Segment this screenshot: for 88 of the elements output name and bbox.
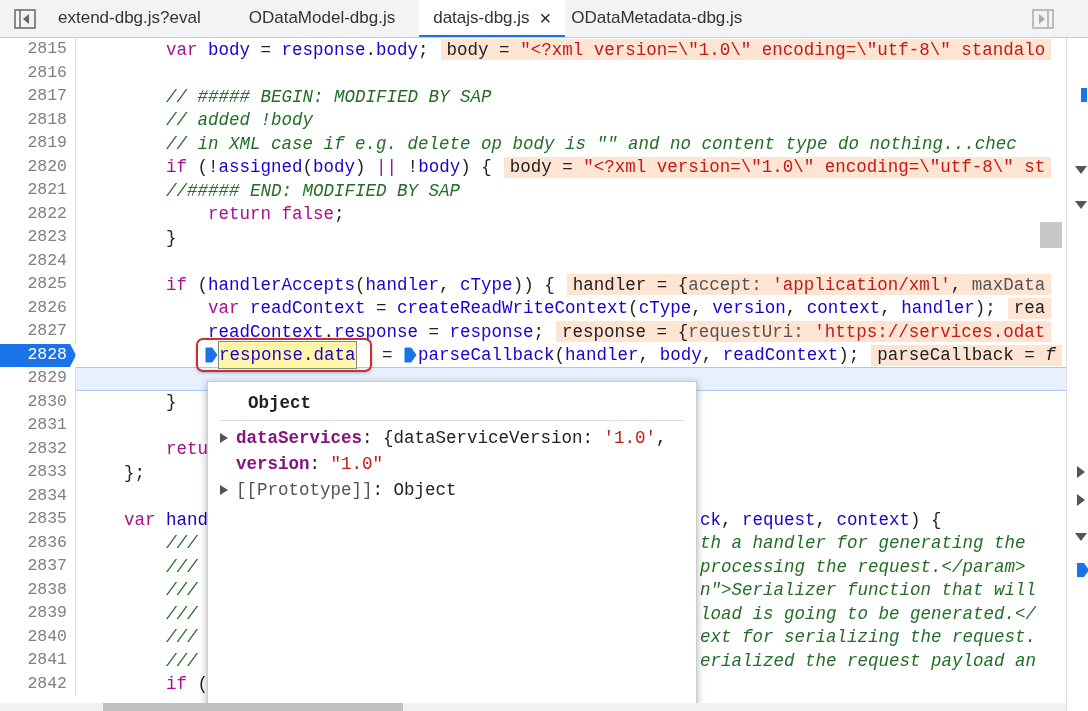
scrollbar-thumb[interactable] xyxy=(103,703,403,711)
line-number[interactable]: 2833 xyxy=(0,461,76,485)
file-tab[interactable]: ODataMetadata-dbg.js xyxy=(565,0,759,37)
arrow-right-icon xyxy=(1077,563,1088,577)
line-number[interactable]: 2834 xyxy=(0,484,76,508)
line-number[interactable]: 2831 xyxy=(0,414,76,438)
line-number[interactable]: 2824 xyxy=(0,249,76,273)
file-tab[interactable]: extend-dbg.js?eval xyxy=(50,0,225,37)
code-text: ck, request, context) { xyxy=(700,508,942,532)
line-number[interactable]: 2840 xyxy=(0,625,76,649)
caret-right-icon[interactable] xyxy=(1077,466,1085,478)
breakpoint-icon[interactable] xyxy=(404,347,418,364)
code-text: } xyxy=(166,226,177,250)
property-text[interactable]: [[Prototype]]: Object xyxy=(236,477,457,504)
caret-right-icon[interactable] xyxy=(1077,494,1085,506)
popover-title: Object xyxy=(220,390,684,422)
code-text: retu xyxy=(166,438,208,462)
code-text: var readContext = createReadWriteContext(cType, version, context, handler); xyxy=(208,297,996,321)
caret-down-icon[interactable] xyxy=(1075,201,1087,209)
sidebar-toggle-icon[interactable] xyxy=(14,8,36,29)
line-number[interactable]: 2819 xyxy=(0,132,76,156)
line-number[interactable]: 2842 xyxy=(0,672,76,696)
caret-down-icon[interactable] xyxy=(1075,533,1087,541)
inline-value: response = {requestUri: 'https://services.odat xyxy=(556,321,1052,343)
code-text: n">Serializer function that will xyxy=(700,579,1037,603)
line-number[interactable]: 2815 xyxy=(0,38,76,62)
code-text: // added !body xyxy=(166,109,314,133)
code-text: /// xyxy=(166,649,198,673)
property-text[interactable]: dataServices: {dataServiceVersion: '1.0', xyxy=(236,425,667,452)
code-text: parseCallback(handler, body, readContext); xyxy=(418,344,860,368)
line-number[interactable]: 2820 xyxy=(0,155,76,179)
line-number[interactable]: 2827 xyxy=(0,320,76,344)
file-tab[interactable]: ODataModel-dbg.js xyxy=(224,0,420,37)
line-number[interactable]: 2836 xyxy=(0,531,76,555)
code-text: /// xyxy=(166,579,198,603)
caret-down-icon[interactable] xyxy=(1075,166,1087,174)
code-text: // ##### BEGIN: MODIFIED BY SAP xyxy=(166,85,492,109)
file-tab[interactable]: datajs-dbg.js × xyxy=(419,0,566,37)
code-text: if (handlerAccepts(handler, cType)) { xyxy=(166,273,555,297)
line-number[interactable]: 2816 xyxy=(0,61,76,85)
inline-value: handler = {accept: 'application/xml', maxData xyxy=(566,274,1052,296)
code-text: /// xyxy=(166,555,198,579)
code-text: if ( xyxy=(166,673,209,697)
line-number[interactable]: 2828 xyxy=(0,343,76,367)
inline-value: body = "<?xml version=\"1.0\" encoding=\"utf-8\" standalo xyxy=(440,39,1052,61)
inline-value: rea xyxy=(1007,297,1052,319)
code-text: if (!assigned(body) || !body) { xyxy=(166,156,492,180)
inline-value: body = "<?xml version=\"1.0\" encoding=\"utf-8\" st xyxy=(503,156,1052,178)
expand-icon[interactable] xyxy=(220,485,228,496)
code-text: = xyxy=(381,344,394,368)
inline-value: parseCallback = f xyxy=(871,344,1062,366)
code-text: /// xyxy=(166,626,198,650)
line-number[interactable]: 2835 xyxy=(0,508,76,532)
line-number[interactable]: 2839 xyxy=(0,602,76,626)
line-number[interactable]: 2822 xyxy=(0,202,76,226)
code-text: readContext.response = response; xyxy=(208,320,545,344)
code-text: /// xyxy=(166,532,198,556)
scrollbar-thumb[interactable] xyxy=(1040,222,1062,248)
hovered-expression[interactable]: response.data xyxy=(219,342,356,369)
code-text: // in XML case if e.g. delete op body is "" and no content type do nothing...chec xyxy=(166,132,1017,156)
code-text: //##### END: MODIFIED BY SAP xyxy=(166,179,461,203)
code-text: }; xyxy=(124,461,145,485)
close-icon[interactable]: × xyxy=(539,2,552,33)
code-text: return false; xyxy=(208,203,345,227)
line-number[interactable]: 2817 xyxy=(0,85,76,109)
line-number[interactable]: 2837 xyxy=(0,555,76,579)
line-number[interactable]: 2825 xyxy=(0,273,76,297)
marker-icon xyxy=(1081,88,1087,102)
sidebar-toggle-icon[interactable] xyxy=(1032,8,1054,29)
code-text: /// xyxy=(166,602,198,626)
line-number[interactable]: 2838 xyxy=(0,578,76,602)
line-number[interactable]: 2826 xyxy=(0,296,76,320)
line-number[interactable]: 2832 xyxy=(0,437,76,461)
code-text: load is going to be generated.</ xyxy=(700,602,1037,626)
code-text: th a handler for generating the xyxy=(700,532,1026,556)
code-text: var body = response.body; xyxy=(166,38,429,62)
line-number[interactable]: 2818 xyxy=(0,108,76,132)
code-text: ext for serializing the request. xyxy=(700,626,1037,650)
code-text: processing the request.</param> xyxy=(700,555,1026,579)
code-text: } xyxy=(166,391,177,415)
line-number[interactable]: 2830 xyxy=(0,390,76,414)
expand-icon[interactable] xyxy=(220,433,228,444)
code-text: var hand xyxy=(124,508,209,532)
property-text: version: "1.0" xyxy=(236,453,384,477)
line-number[interactable]: 2823 xyxy=(0,226,76,250)
code-text: erialized the request payload an xyxy=(700,649,1037,673)
line-number[interactable]: 2841 xyxy=(0,649,76,673)
line-number[interactable]: 2821 xyxy=(0,179,76,203)
